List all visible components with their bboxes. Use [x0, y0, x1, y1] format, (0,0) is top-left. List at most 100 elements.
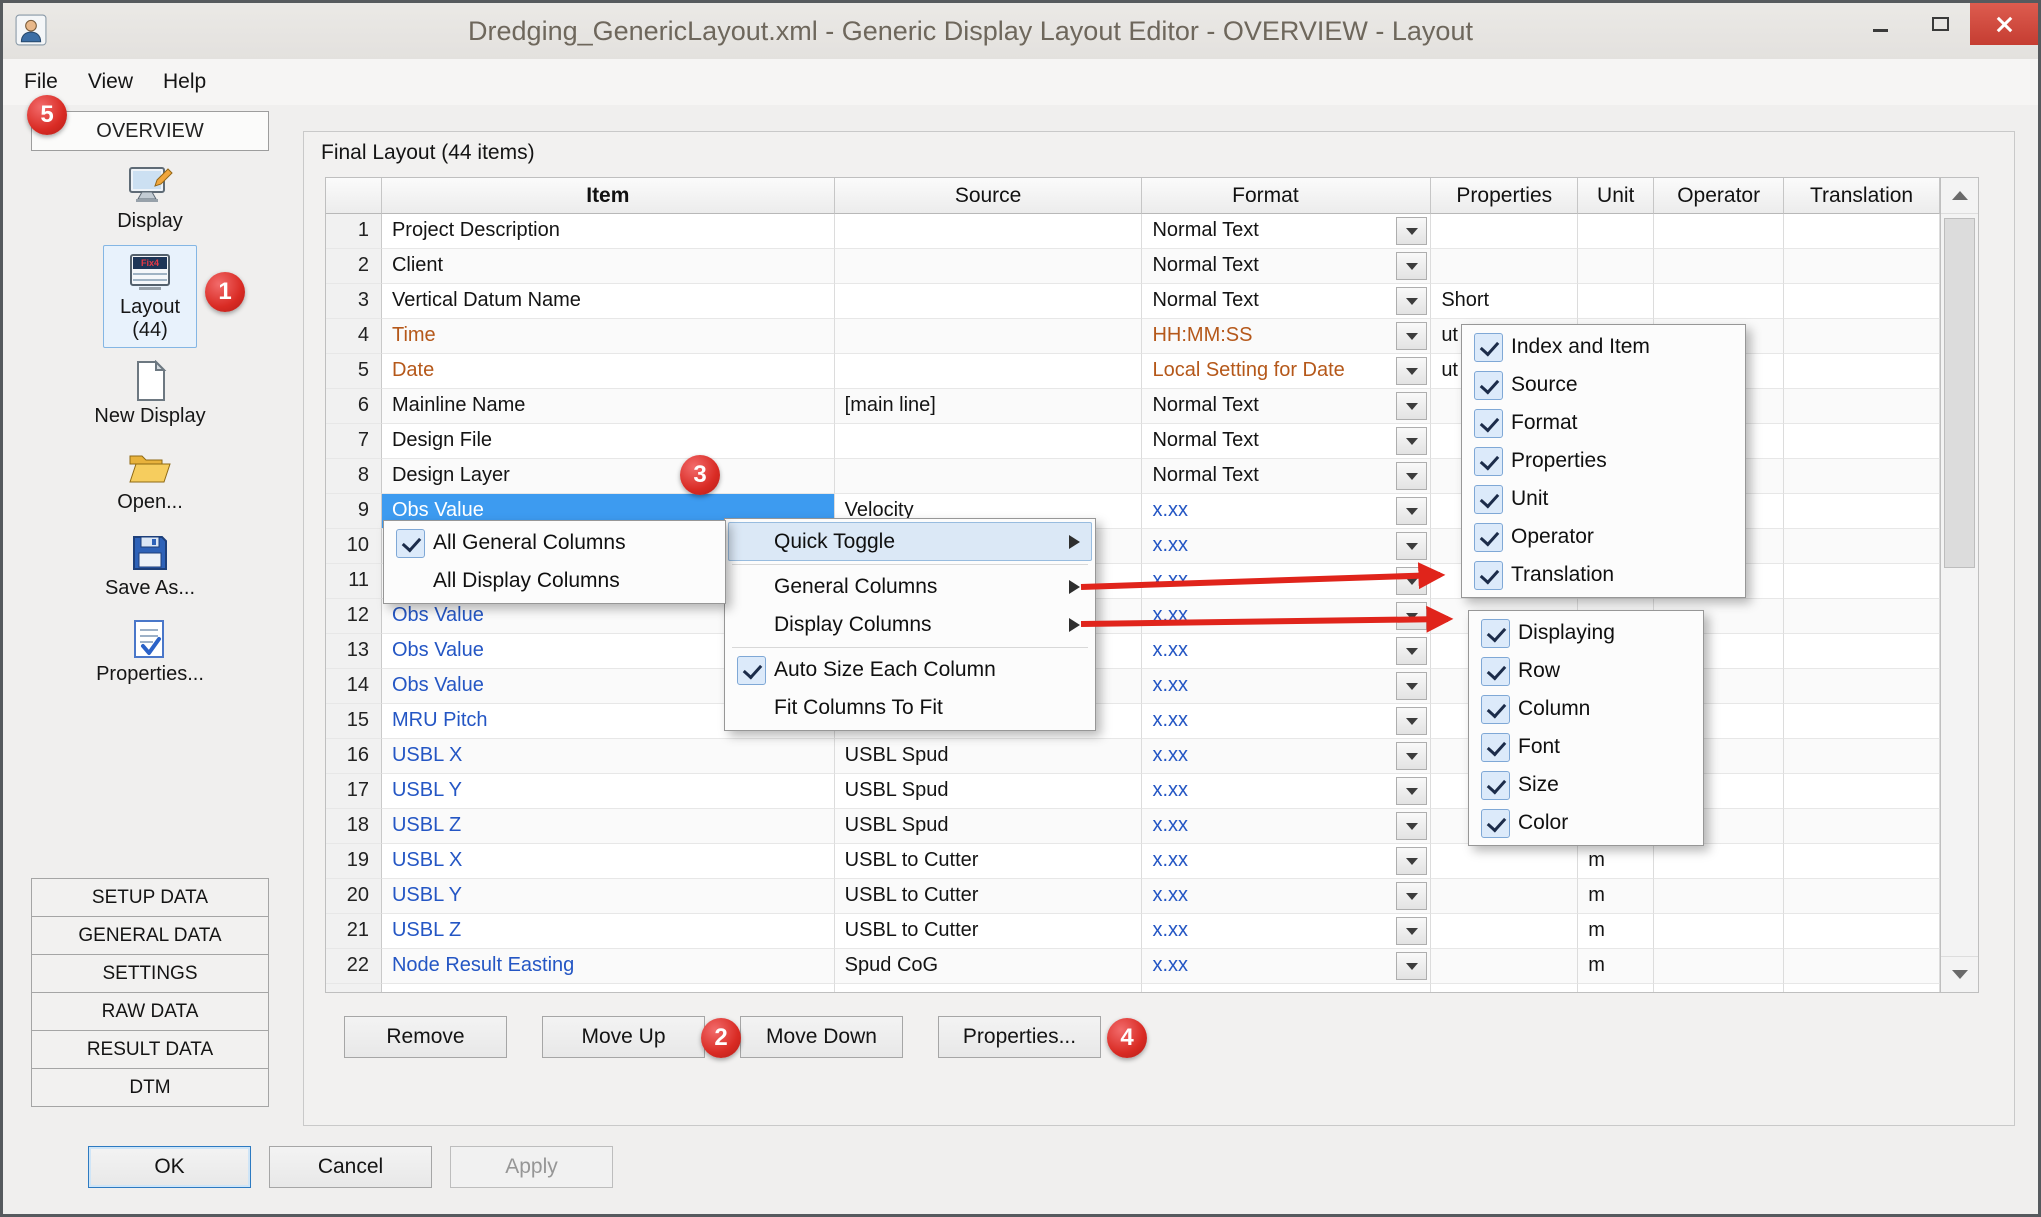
cell-source[interactable]: [835, 354, 1143, 389]
cell-translation[interactable]: [1784, 599, 1940, 634]
format-dropdown-button[interactable]: [1396, 322, 1427, 350]
format-dropdown-button[interactable]: [1396, 462, 1427, 490]
format-dropdown-button[interactable]: [1396, 847, 1427, 875]
menu-item-displaying[interactable]: Displaying: [1472, 614, 1700, 652]
format-dropdown-button[interactable]: [1396, 357, 1427, 385]
sidebar-item-display[interactable]: Display: [31, 159, 269, 239]
cell-unit[interactable]: [1578, 249, 1654, 284]
column-header-item[interactable]: Item: [382, 178, 835, 214]
cell-unit[interactable]: m: [1578, 949, 1654, 984]
scroll-down-button[interactable]: [1941, 956, 1978, 992]
cell-translation[interactable]: [1784, 389, 1940, 424]
menu-item-translation[interactable]: Translation: [1465, 556, 1742, 594]
close-button[interactable]: [1970, 3, 2038, 45]
cell-operator[interactable]: [1654, 844, 1784, 879]
cell-properties[interactable]: [1431, 844, 1578, 879]
format-dropdown-button[interactable]: [1396, 602, 1427, 630]
cell-format[interactable]: x.xx: [1142, 599, 1431, 634]
cell-properties[interactable]: [1431, 214, 1578, 249]
cell-item[interactable]: Vertical Datum Name: [382, 284, 835, 319]
cell-source[interactable]: USBL to Cutter: [835, 914, 1143, 949]
menu-item-size[interactable]: Size: [1472, 766, 1700, 804]
cell-properties[interactable]: Short: [1431, 284, 1578, 319]
cell-translation[interactable]: [1784, 634, 1940, 669]
table-row[interactable]: 22Node Result EastingSpud CoGx.xxm: [326, 949, 1940, 984]
column-header-format[interactable]: Format: [1142, 178, 1431, 214]
cell-operator[interactable]: [1654, 879, 1784, 914]
cell-format[interactable]: x.xx: [1142, 564, 1431, 599]
format-dropdown-button[interactable]: [1396, 882, 1427, 910]
cell-translation[interactable]: [1784, 214, 1940, 249]
cell-format[interactable]: x.xx: [1142, 529, 1431, 564]
cell-item[interactable]: Time: [382, 319, 835, 354]
cell-format[interactable]: Normal Text: [1142, 214, 1431, 249]
cell-operator[interactable]: [1654, 284, 1784, 319]
table-row[interactable]: 20USBL YUSBL to Cutterx.xxm: [326, 879, 1940, 914]
cell-source[interactable]: [835, 424, 1143, 459]
sidebar-item-new-display[interactable]: New Display: [31, 354, 269, 434]
cell-source[interactable]: USBL Spud: [835, 739, 1143, 774]
column-header-translation[interactable]: Translation: [1784, 178, 1940, 214]
menu-item-font[interactable]: Font: [1472, 728, 1700, 766]
cell-format[interactable]: x.xx: [1142, 844, 1431, 879]
move-down-button[interactable]: Move Down: [740, 1016, 903, 1058]
format-dropdown-button[interactable]: [1396, 427, 1427, 455]
sidebar-item-open[interactable]: Open...: [31, 440, 269, 520]
cell-item[interactable]: USBL X: [382, 739, 835, 774]
move-up-button[interactable]: Move Up: [542, 1016, 705, 1058]
cell-translation[interactable]: [1784, 529, 1940, 564]
menu-item-properties[interactable]: Properties: [1465, 442, 1742, 480]
menu-item-format[interactable]: Format: [1465, 404, 1742, 442]
cell-translation[interactable]: [1784, 914, 1940, 949]
table-row[interactable]: 21USBL ZUSBL to Cutterx.xxm: [326, 914, 1940, 949]
cell-operator[interactable]: [1654, 914, 1784, 949]
cell-translation[interactable]: [1784, 879, 1940, 914]
menu-item-auto-size-each-column[interactable]: Auto Size Each Column: [728, 651, 1092, 689]
cell-translation[interactable]: [1784, 319, 1940, 354]
cell-source[interactable]: USBL Spud: [835, 774, 1143, 809]
table-row[interactable]: 19USBL XUSBL to Cutterx.xxm: [326, 844, 1940, 879]
sidebar-item-properties[interactable]: Properties...: [31, 612, 269, 692]
cell-source[interactable]: USBL to Cutter: [835, 844, 1143, 879]
cell-format[interactable]: x.xx: [1142, 494, 1431, 529]
cell-unit[interactable]: m: [1578, 844, 1654, 879]
cell-properties[interactable]: [1431, 879, 1578, 914]
menu-item-index-and-item[interactable]: Index and Item: [1465, 328, 1742, 366]
table-scrollbar[interactable]: [1940, 177, 1979, 993]
menu-item-display-columns[interactable]: Display Columns: [728, 606, 1092, 644]
scroll-thumb[interactable]: [1944, 218, 1975, 568]
format-dropdown-button[interactable]: [1396, 637, 1427, 665]
format-dropdown-button[interactable]: [1396, 812, 1427, 840]
format-dropdown-button[interactable]: [1396, 287, 1427, 315]
cell-item[interactable]: Node Result Easting: [382, 949, 835, 984]
cell-translation[interactable]: [1784, 424, 1940, 459]
minimize-button[interactable]: [1850, 3, 1910, 45]
cell-operator[interactable]: [1654, 249, 1784, 284]
cell-item[interactable]: Design File: [382, 424, 835, 459]
ok-button[interactable]: OK: [88, 1146, 251, 1188]
cell-source[interactable]: [835, 249, 1143, 284]
cell-item[interactable]: Client: [382, 249, 835, 284]
cell-format[interactable]: Normal Text: [1142, 389, 1431, 424]
cell-item[interactable]: Design Layer: [382, 459, 835, 494]
format-dropdown-button[interactable]: [1396, 742, 1427, 770]
cell-format[interactable]: Normal Text: [1142, 424, 1431, 459]
menu-item-operator[interactable]: Operator: [1465, 518, 1742, 556]
menu-item-unit[interactable]: Unit: [1465, 480, 1742, 518]
format-dropdown-button[interactable]: [1396, 777, 1427, 805]
cell-item[interactable]: USBL Z: [382, 914, 835, 949]
cell-format[interactable]: x.xx: [1142, 634, 1431, 669]
menu-item-row[interactable]: Row: [1472, 652, 1700, 690]
column-header-unit[interactable]: Unit: [1578, 178, 1654, 214]
sidebar-section-dtm[interactable]: DTM: [31, 1068, 269, 1107]
cell-format[interactable]: x.xx: [1142, 669, 1431, 704]
cell-unit[interactable]: m: [1578, 914, 1654, 949]
cell-format[interactable]: x.xx: [1142, 704, 1431, 739]
menu-item-all-general-columns[interactable]: All General Columns: [387, 524, 722, 562]
cell-format[interactable]: Local Setting for Date: [1142, 354, 1431, 389]
cell-format[interactable]: x.xx: [1142, 739, 1431, 774]
format-dropdown-button[interactable]: [1396, 917, 1427, 945]
cell-translation[interactable]: [1784, 739, 1940, 774]
cell-format[interactable]: x.xx: [1142, 809, 1431, 844]
format-dropdown-button[interactable]: [1396, 672, 1427, 700]
